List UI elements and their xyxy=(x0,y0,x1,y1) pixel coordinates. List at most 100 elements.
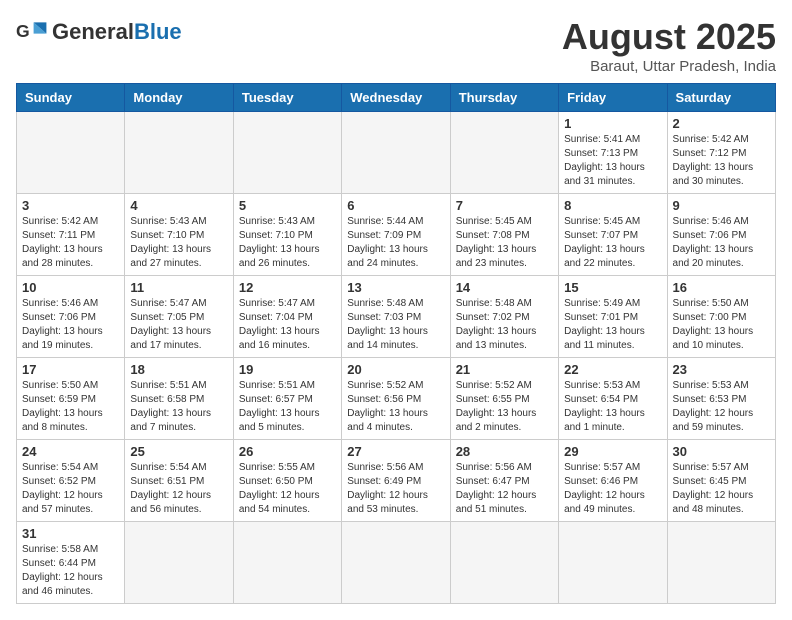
weekday-header-row: SundayMondayTuesdayWednesdayThursdayFrid… xyxy=(17,84,776,112)
day-info: Sunrise: 5:41 AM Sunset: 7:13 PM Dayligh… xyxy=(564,133,661,189)
day-info: Sunrise: 5:44 AM Sunset: 7:09 PM Dayligh… xyxy=(347,215,444,271)
day-number: 13 xyxy=(347,280,444,295)
day-info: Sunrise: 5:46 AM Sunset: 7:06 PM Dayligh… xyxy=(22,297,119,353)
calendar-day-cell: 8 Sunrise: 5:45 AM Sunset: 7:07 PM Daylig… xyxy=(559,194,667,276)
calendar-day-cell: 12 Sunrise: 5:47 AM Sunset: 7:04 PM Dayli… xyxy=(233,276,341,358)
calendar-day-cell: 5Sunrise: 5:43 AM Sunset: 7:10 PM Daylig… xyxy=(233,194,341,276)
calendar-week-row: 24Sunrise: 5:54 AM Sunset: 6:52 PM Dayli… xyxy=(17,440,776,522)
day-number: 10 xyxy=(22,280,119,295)
calendar-week-row: 17Sunrise: 5:50 AM Sunset: 6:59 PM Dayli… xyxy=(17,358,776,440)
day-info: Sunrise: 5:48 AM Sunset: 7:02 PM Dayligh… xyxy=(456,297,553,353)
calendar-day-cell: 2Sunrise: 5:42 AM Sunset: 7:12 PM Daylig… xyxy=(667,112,775,194)
day-info: Sunrise: 5:53 AM Sunset: 6:53 PM Dayligh… xyxy=(673,379,770,435)
weekday-header-wednesday: Wednesday xyxy=(342,84,450,112)
day-info: Sunrise: 5:50 AM Sunset: 6:59 PM Dayligh… xyxy=(22,379,119,435)
calendar-day-cell: 11 Sunrise: 5:47 AM Sunset: 7:05 PM Dayli… xyxy=(125,276,233,358)
svg-text:G: G xyxy=(16,21,30,41)
day-number: 9 xyxy=(673,198,770,213)
day-number: 18 xyxy=(130,362,227,377)
day-info: Sunrise: 5:53 AM Sunset: 6:54 PM Dayligh… xyxy=(564,379,661,435)
day-info: Sunrise: 5:43 AM Sunset: 7:10 PM Dayligh… xyxy=(130,215,227,271)
weekday-header-monday: Monday xyxy=(125,84,233,112)
calendar-week-row: 3 Sunrise: 5:42 AM Sunset: 7:11 PM Daylig… xyxy=(17,194,776,276)
calendar-day-cell: 29Sunrise: 5:57 AM Sunset: 6:46 PM Dayli… xyxy=(559,440,667,522)
calendar-day-cell: 27 Sunrise: 5:56 AM Sunset: 6:49 PM Dayli… xyxy=(342,440,450,522)
day-number: 21 xyxy=(456,362,553,377)
calendar-day-cell xyxy=(233,522,341,604)
calendar-day-cell: 26 Sunrise: 5:55 AM Sunset: 6:50 PM Dayli… xyxy=(233,440,341,522)
day-number: 2 xyxy=(673,116,770,131)
weekday-header-tuesday: Tuesday xyxy=(233,84,341,112)
day-number: 6 xyxy=(347,198,444,213)
day-number: 29 xyxy=(564,444,661,459)
calendar-day-cell: 28 Sunrise: 5:56 AM Sunset: 6:47 PM Dayli… xyxy=(450,440,558,522)
calendar-day-cell: 21 Sunrise: 5:52 AM Sunset: 6:55 PM Dayli… xyxy=(450,358,558,440)
day-info: Sunrise: 5:56 AM Sunset: 6:49 PM Dayligh… xyxy=(347,461,444,517)
calendar-day-cell: 3 Sunrise: 5:42 AM Sunset: 7:11 PM Daylig… xyxy=(17,194,125,276)
day-info: Sunrise: 5:52 AM Sunset: 6:55 PM Dayligh… xyxy=(456,379,553,435)
day-number: 25 xyxy=(130,444,227,459)
calendar-title: August 2025 xyxy=(562,16,776,58)
day-info: Sunrise: 5:55 AM Sunset: 6:50 PM Dayligh… xyxy=(239,461,336,517)
calendar-day-cell xyxy=(342,112,450,194)
calendar-day-cell: 1 Sunrise: 5:41 AM Sunset: 7:13 PM Daylig… xyxy=(559,112,667,194)
day-info: Sunrise: 5:43 AM Sunset: 7:10 PM Dayligh… xyxy=(239,215,336,271)
calendar-day-cell: 30 Sunrise: 5:57 AM Sunset: 6:45 PM Dayli… xyxy=(667,440,775,522)
day-info: Sunrise: 5:54 AM Sunset: 6:51 PM Dayligh… xyxy=(130,461,227,517)
day-info: Sunrise: 5:48 AM Sunset: 7:03 PM Dayligh… xyxy=(347,297,444,353)
calendar-day-cell: 31Sunrise: 5:58 AM Sunset: 6:44 PM Dayli… xyxy=(17,522,125,604)
day-number: 12 xyxy=(239,280,336,295)
calendar-day-cell: 4 Sunrise: 5:43 AM Sunset: 7:10 PM Daylig… xyxy=(125,194,233,276)
day-info: Sunrise: 5:47 AM Sunset: 7:05 PM Dayligh… xyxy=(130,297,227,353)
day-number: 11 xyxy=(130,280,227,295)
calendar-day-cell xyxy=(667,522,775,604)
day-number: 20 xyxy=(347,362,444,377)
calendar-day-cell: 22Sunrise: 5:53 AM Sunset: 6:54 PM Dayli… xyxy=(559,358,667,440)
calendar-day-cell: 9 Sunrise: 5:46 AM Sunset: 7:06 PM Daylig… xyxy=(667,194,775,276)
day-info: Sunrise: 5:58 AM Sunset: 6:44 PM Dayligh… xyxy=(22,543,119,599)
day-number: 14 xyxy=(456,280,553,295)
calendar-day-cell: 17Sunrise: 5:50 AM Sunset: 6:59 PM Dayli… xyxy=(17,358,125,440)
calendar-day-cell: 13 Sunrise: 5:48 AM Sunset: 7:03 PM Dayli… xyxy=(342,276,450,358)
calendar-day-cell xyxy=(450,112,558,194)
calendar-subtitle: Baraut, Uttar Pradesh, India xyxy=(562,58,776,75)
calendar-day-cell: 10 Sunrise: 5:46 AM Sunset: 7:06 PM Dayli… xyxy=(17,276,125,358)
day-info: Sunrise: 5:47 AM Sunset: 7:04 PM Dayligh… xyxy=(239,297,336,353)
logo: G GeneralBlue xyxy=(16,16,182,48)
calendar-week-row: 10 Sunrise: 5:46 AM Sunset: 7:06 PM Dayli… xyxy=(17,276,776,358)
weekday-header-saturday: Saturday xyxy=(667,84,775,112)
calendar-day-cell: 14 Sunrise: 5:48 AM Sunset: 7:02 PM Dayli… xyxy=(450,276,558,358)
logo-text: GeneralBlue xyxy=(52,21,182,44)
day-info: Sunrise: 5:46 AM Sunset: 7:06 PM Dayligh… xyxy=(673,215,770,271)
calendar-day-cell: 6 Sunrise: 5:44 AM Sunset: 7:09 PM Daylig… xyxy=(342,194,450,276)
logo-icon: G xyxy=(16,16,48,48)
day-number: 28 xyxy=(456,444,553,459)
calendar-day-cell: 24Sunrise: 5:54 AM Sunset: 6:52 PM Dayli… xyxy=(17,440,125,522)
day-info: Sunrise: 5:57 AM Sunset: 6:45 PM Dayligh… xyxy=(673,461,770,517)
calendar-day-cell: 23Sunrise: 5:53 AM Sunset: 6:53 PM Dayli… xyxy=(667,358,775,440)
day-number: 1 xyxy=(564,116,661,131)
day-number: 3 xyxy=(22,198,119,213)
day-number: 4 xyxy=(130,198,227,213)
calendar-day-cell xyxy=(450,522,558,604)
day-number: 7 xyxy=(456,198,553,213)
day-number: 30 xyxy=(673,444,770,459)
weekday-header-friday: Friday xyxy=(559,84,667,112)
day-number: 8 xyxy=(564,198,661,213)
day-number: 26 xyxy=(239,444,336,459)
calendar-day-cell: 15Sunrise: 5:49 AM Sunset: 7:01 PM Dayli… xyxy=(559,276,667,358)
day-info: Sunrise: 5:56 AM Sunset: 6:47 PM Dayligh… xyxy=(456,461,553,517)
day-number: 16 xyxy=(673,280,770,295)
day-number: 19 xyxy=(239,362,336,377)
calendar-day-cell: 25 Sunrise: 5:54 AM Sunset: 6:51 PM Dayli… xyxy=(125,440,233,522)
calendar-day-cell xyxy=(559,522,667,604)
day-info: Sunrise: 5:45 AM Sunset: 7:08 PM Dayligh… xyxy=(456,215,553,271)
day-info: Sunrise: 5:42 AM Sunset: 7:11 PM Dayligh… xyxy=(22,215,119,271)
day-info: Sunrise: 5:45 AM Sunset: 7:07 PM Dayligh… xyxy=(564,215,661,271)
calendar-day-cell xyxy=(342,522,450,604)
calendar-day-cell xyxy=(125,522,233,604)
day-info: Sunrise: 5:50 AM Sunset: 7:00 PM Dayligh… xyxy=(673,297,770,353)
day-number: 27 xyxy=(347,444,444,459)
day-number: 15 xyxy=(564,280,661,295)
calendar-table: SundayMondayTuesdayWednesdayThursdayFrid… xyxy=(16,83,776,604)
